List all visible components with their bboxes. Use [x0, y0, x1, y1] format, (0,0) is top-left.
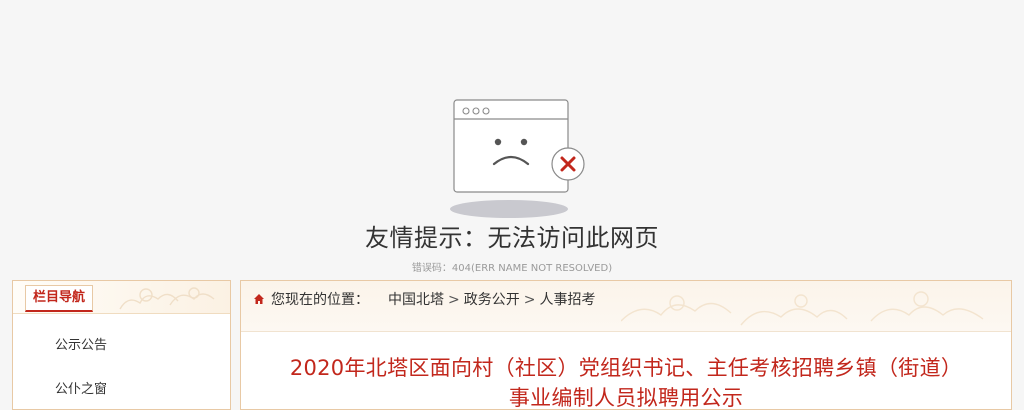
sidebar-item-public-servant-window[interactable]: 公仆之窗 [55, 378, 107, 397]
article-title: 2020年北塔区面向村（社区）党组织书记、主任考核招聘乡镇（街道）事业编制人员拟… [289, 356, 963, 410]
main-content-panel: 您现在的位置： 中国北塔 > 政务公开 > 人事招考 2020年北塔区面向村（社区）党组… [240, 280, 1012, 410]
breadcrumb-bar: 您现在的位置： 中国北塔 > 政务公开 > 人事招考 [241, 281, 1011, 332]
breadcrumb-item-home[interactable]: 中国北塔 [388, 292, 444, 308]
breadcrumb: 中国北塔 > 政务公开 > 人事招考 [388, 289, 595, 309]
breadcrumb-separator: > [523, 292, 536, 308]
error-title: 友情提示：无法访问此网页 [365, 224, 659, 252]
breadcrumb-prefix: 您现在的位置： [271, 292, 369, 308]
broken-page-illustration [450, 99, 585, 218]
sidebar-title: 栏目导航 [25, 285, 94, 312]
sidebar-header: 栏目导航 [13, 281, 230, 314]
home-icon[interactable] [253, 293, 265, 305]
browser-window-frame [453, 99, 569, 193]
illustration-shadow [450, 200, 568, 218]
sidebar-item-announcements[interactable]: 公示公告 [55, 334, 107, 353]
breadcrumb-item-government-affairs[interactable]: 政务公开 [464, 292, 520, 308]
close-icon [551, 147, 585, 181]
cloud-pattern-decoration [621, 291, 984, 326]
column-nav-sidebar: 栏目导航 公示公告 公仆之窗 [12, 280, 231, 410]
cloud-pattern-decoration [119, 287, 215, 310]
breadcrumb-separator: > [448, 292, 460, 308]
breadcrumb-item-recruitment[interactable]: 人事招考 [539, 292, 595, 308]
error-code: 错误码：404(ERR NAME NOT RESOLVED) [411, 263, 613, 274]
